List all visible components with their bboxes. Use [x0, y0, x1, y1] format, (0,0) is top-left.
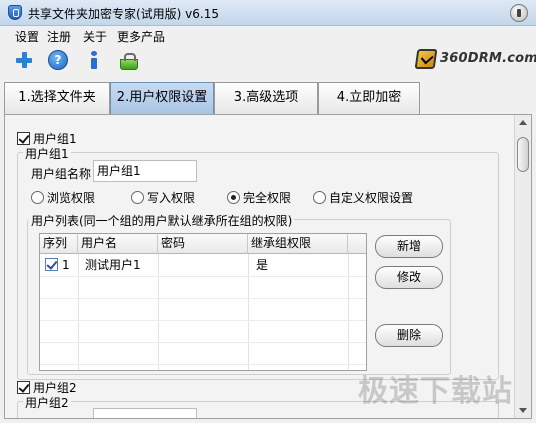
- radio-full-permission[interactable]: [227, 191, 240, 204]
- radio-custom-permission[interactable]: [313, 191, 326, 204]
- 360drm-logo-icon: [414, 49, 438, 69]
- col-inherit[interactable]: 继承组权限: [248, 234, 348, 254]
- app-shield-icon: [8, 5, 22, 20]
- tab-select-folder[interactable]: 1.选择文件夹: [4, 82, 110, 114]
- menu-bar: 设置 注册 关于 更多产品: [0, 26, 536, 46]
- permissions-panel: 用户组1 用户组1 用户组名称 用户组1 浏览权限 写入权限 完全权限 自定义权…: [4, 114, 532, 419]
- group-name-input[interactable]: 用户组1: [93, 160, 197, 182]
- col-username[interactable]: 用户名: [78, 234, 158, 254]
- add-icon[interactable]: [14, 50, 34, 70]
- window-control-button[interactable]: [510, 4, 528, 22]
- window-title: 共享文件夹加密专家(试用版) v6.15: [28, 7, 219, 21]
- vertical-scrollbar[interactable]: [514, 115, 531, 418]
- menu-more-products[interactable]: 更多产品: [117, 28, 165, 45]
- group1-box-title: 用户组1: [23, 145, 71, 162]
- radio-full-label: 完全权限: [243, 191, 292, 205]
- scroll-thumb[interactable]: [517, 137, 529, 172]
- group2-checkbox[interactable]: [17, 381, 30, 394]
- group1-checkbox[interactable]: [17, 132, 30, 145]
- row-seq: 1: [62, 258, 70, 272]
- watermark: 极速下载站: [358, 374, 513, 409]
- delete-user-button[interactable]: 删除: [375, 324, 443, 347]
- row-inherit: 是: [256, 258, 269, 272]
- radio-write-permission[interactable]: [131, 191, 144, 204]
- menu-about[interactable]: 关于: [83, 28, 107, 45]
- scroll-down-icon[interactable]: [519, 408, 527, 413]
- row-username: 测试用户1: [85, 258, 141, 272]
- group-name-label: 用户组名称: [31, 167, 92, 181]
- help-icon[interactable]: ?: [48, 50, 68, 70]
- tab-advanced-options[interactable]: 3.高级选项: [214, 82, 318, 114]
- radio-browse-label: 浏览权限: [47, 191, 96, 205]
- user-table: 序列 用户名 密码 继承组权限 1 测试用户1 是: [39, 233, 367, 371]
- tab-encrypt-now[interactable]: 4.立即加密: [318, 82, 420, 114]
- add-user-button[interactable]: 新增: [375, 235, 443, 258]
- edit-user-button[interactable]: 修改: [375, 266, 443, 289]
- radio-write-label: 写入权限: [147, 191, 196, 205]
- cart-icon[interactable]: [118, 50, 138, 70]
- scroll-up-icon[interactable]: [519, 120, 527, 125]
- group2-box-title: 用户组2: [23, 394, 71, 411]
- radio-browse-permission[interactable]: [31, 191, 44, 204]
- tab-user-permissions[interactable]: 2.用户权限设置: [110, 82, 214, 114]
- info-icon[interactable]: [84, 50, 104, 70]
- brand-text: 360DRM.com: [440, 51, 536, 66]
- tab-bar: 1.选择文件夹 2.用户权限设置 3.高级选项 4.立即加密: [0, 82, 536, 114]
- menu-register[interactable]: 注册: [47, 28, 71, 45]
- col-seq[interactable]: 序列: [40, 234, 78, 254]
- group2-name-input[interactable]: [93, 408, 197, 418]
- col-password[interactable]: 密码: [158, 234, 248, 254]
- title-bar: 共享文件夹加密专家(试用版) v6.15: [0, 0, 536, 26]
- user-list-title: 用户列表(同一个组的用户默认继承所在组的权限): [29, 212, 295, 229]
- row-checkbox[interactable]: [45, 258, 58, 271]
- brand-logo: 360DRM.com: [414, 48, 536, 72]
- radio-custom-label: 自定义权限设置: [329, 191, 414, 205]
- user-table-header: 序列 用户名 密码 继承组权限: [40, 234, 366, 254]
- menu-settings[interactable]: 设置: [15, 28, 39, 45]
